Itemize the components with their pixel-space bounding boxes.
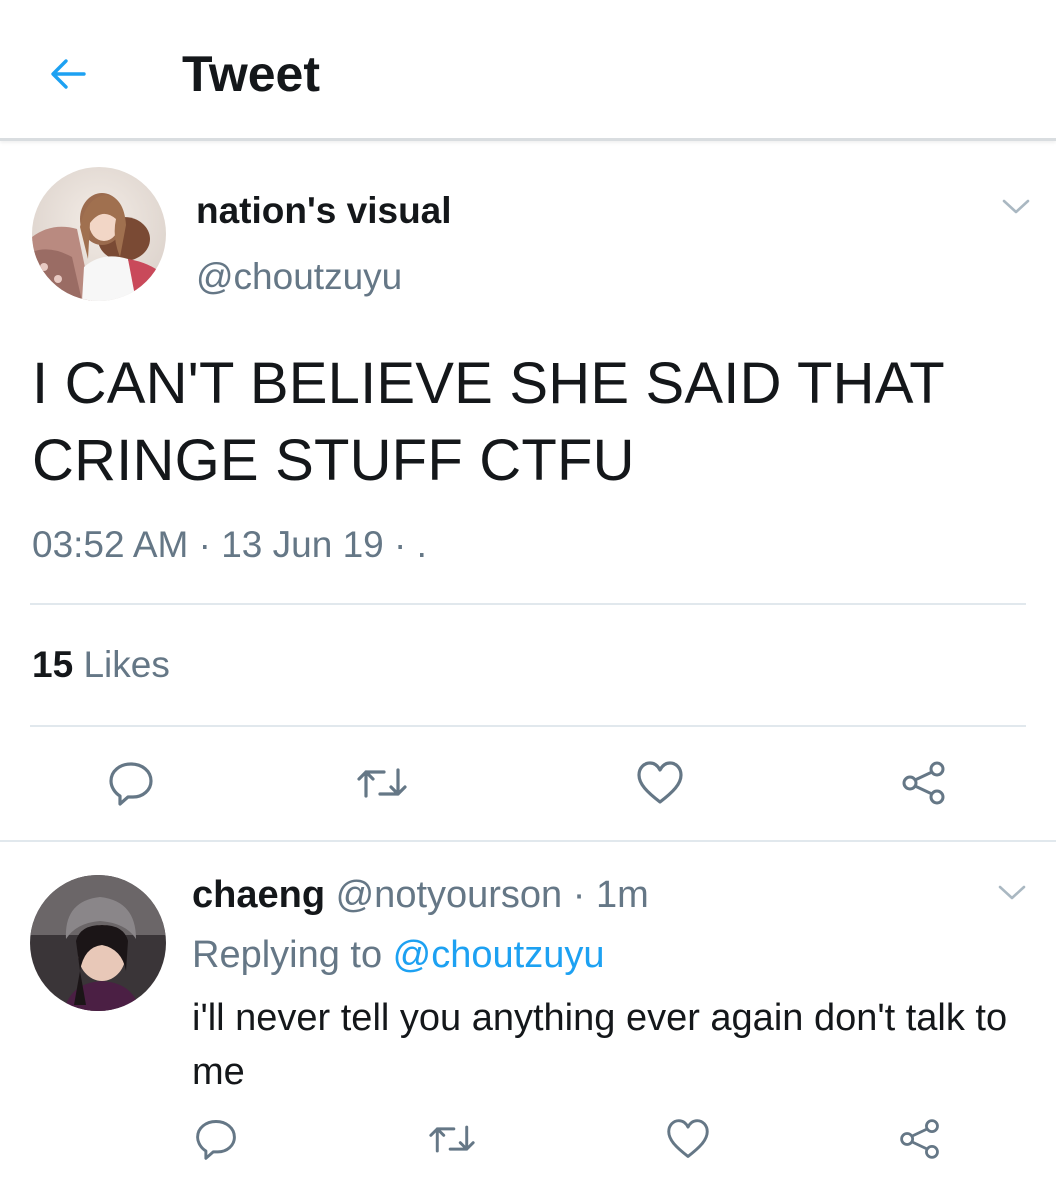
replying-to: Replying to @choutzuyu (192, 931, 604, 979)
tweet-text: I CAN'T BELIEVE SHE SAID THAT CRINGE STU… (32, 351, 944, 493)
reply-handle-time: @notyourson · 1m (325, 874, 649, 916)
section-divider (0, 840, 1056, 842)
likes-count: 15 (32, 644, 74, 685)
retweet-icon (429, 1125, 475, 1153)
reply-tweet[interactable]: chaeng @notyourson · 1m Replying to @cho… (0, 843, 1056, 1200)
retweet-button[interactable] (354, 755, 410, 811)
arrow-left-icon (51, 59, 86, 89)
more-options-button[interactable] (996, 187, 1036, 227)
profile-photo (30, 875, 166, 1011)
reply-header: chaeng @notyourson · 1m (192, 871, 649, 919)
divider (30, 725, 1026, 727)
mention-link[interactable]: @choutzuyu (393, 934, 605, 976)
profile-photo (32, 167, 166, 301)
display-name[interactable]: nation's visual (196, 189, 452, 233)
share-button[interactable] (896, 755, 952, 811)
chevron-down-icon (998, 885, 1026, 900)
reply-display-name[interactable]: chaeng (192, 874, 325, 916)
chevron-down-icon (1002, 199, 1030, 214)
share-button[interactable] (892, 1111, 948, 1167)
divider (30, 603, 1026, 605)
reply-icon (196, 1120, 236, 1160)
reply-text: i'll never tell you anything ever again … (192, 997, 1008, 1093)
share-icon (902, 761, 945, 805)
more-options-button[interactable] (992, 873, 1032, 913)
like-button[interactable] (632, 755, 688, 811)
retweet-icon (357, 768, 407, 798)
avatar[interactable] (32, 167, 166, 301)
user-handle[interactable]: @choutzuyu (196, 255, 402, 299)
like-icon (667, 1119, 709, 1158)
like-icon (637, 761, 683, 804)
likes-stat[interactable]: 15 Likes (32, 641, 170, 689)
top-app-bar: Tweet (0, 0, 1056, 141)
like-button[interactable] (660, 1111, 716, 1167)
reply-button[interactable] (103, 755, 159, 811)
reply-button[interactable] (188, 1111, 244, 1167)
back-button[interactable] (38, 44, 98, 104)
page-title: Tweet (182, 46, 320, 102)
share-icon (900, 1119, 939, 1159)
avatar[interactable] (30, 875, 166, 1011)
replying-prefix: Replying to (192, 934, 393, 976)
tweet-timestamp: 03:52 AM · 13 Jun 19 · . (32, 524, 427, 565)
reply-icon (109, 762, 153, 806)
likes-label: Likes (83, 644, 170, 685)
retweet-button[interactable] (424, 1111, 480, 1167)
